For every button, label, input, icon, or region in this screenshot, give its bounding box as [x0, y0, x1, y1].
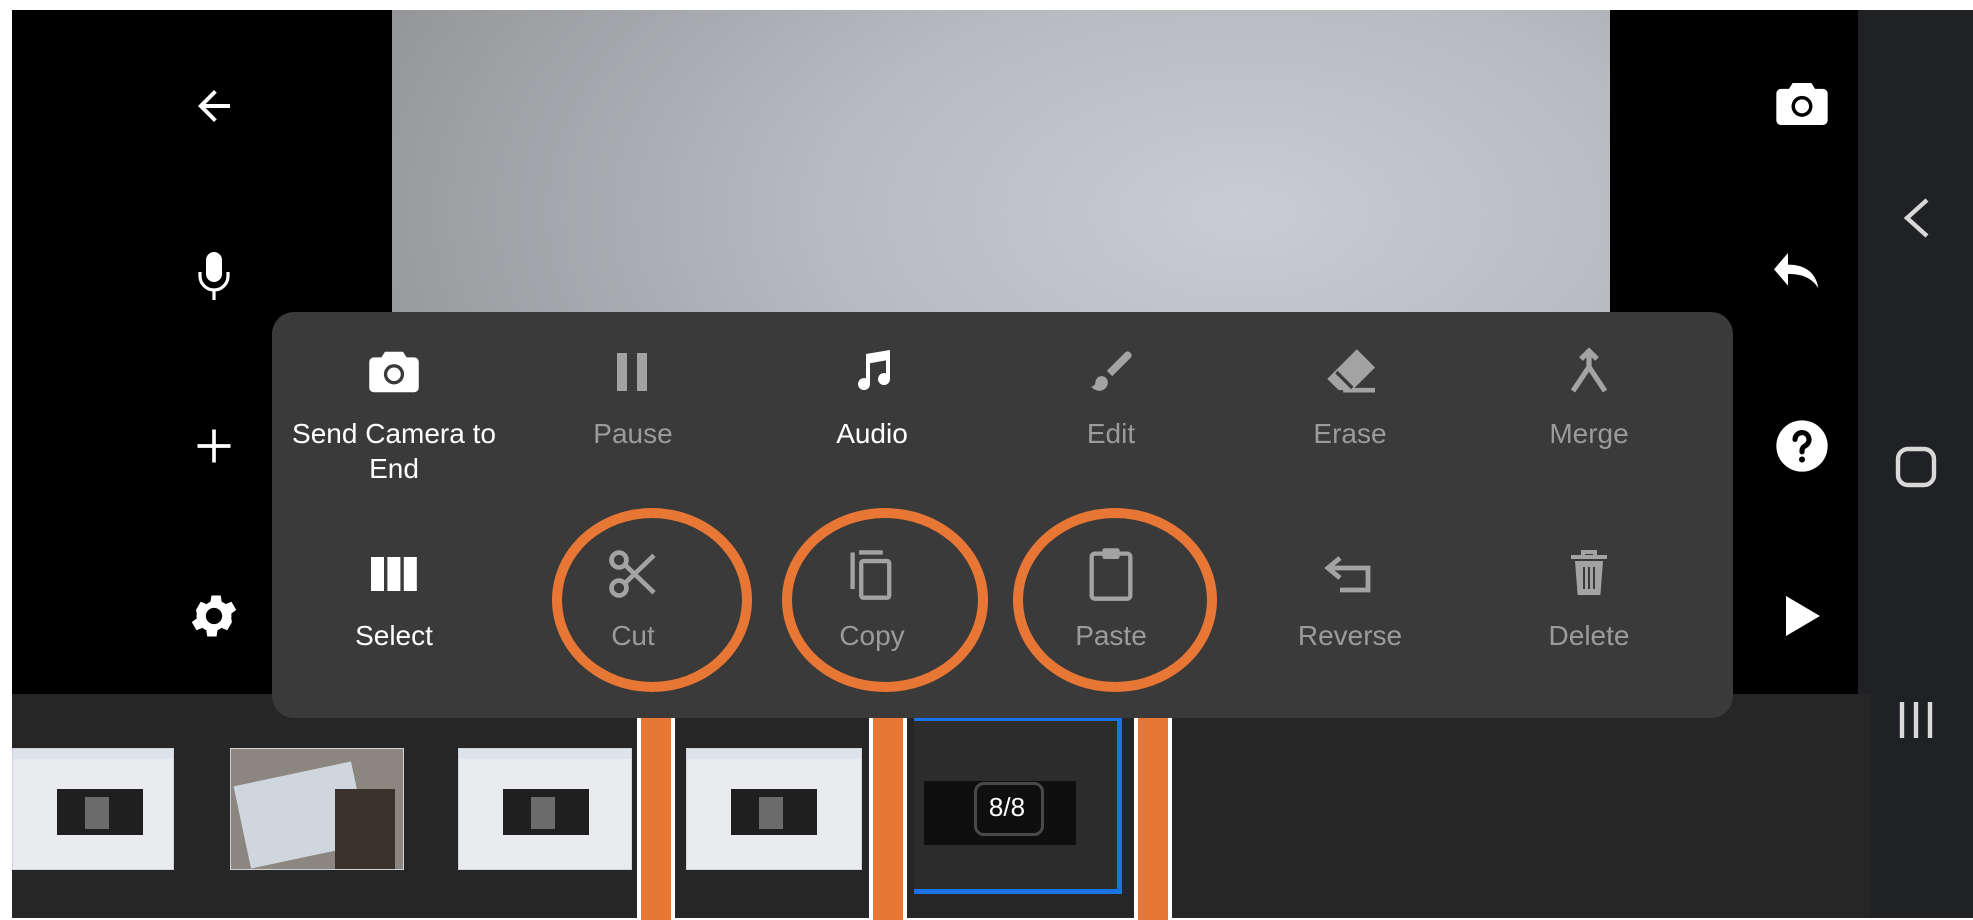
- menu-item-label: Pause: [593, 418, 673, 449]
- audio-item[interactable]: Audio: [753, 342, 991, 451]
- help-icon: [1776, 420, 1828, 472]
- brush-icon: [1091, 351, 1132, 391]
- delete-item[interactable]: Delete: [1470, 544, 1708, 653]
- home-square-icon: [1895, 446, 1936, 488]
- erase-item[interactable]: Erase: [1231, 342, 1469, 451]
- music-note-icon: [858, 350, 891, 391]
- menu-item-label: Delete: [1548, 620, 1630, 651]
- merge-icon: [1570, 347, 1608, 393]
- menu-item-label: Send Camera to End: [292, 418, 496, 484]
- send-camera-to-end-item[interactable]: Send Camera to End: [275, 342, 513, 486]
- reverse-item[interactable]: Reverse: [1231, 544, 1469, 653]
- timeline-strip[interactable]: [12, 694, 1870, 918]
- highlight-circle-paste: [1013, 508, 1217, 692]
- menu-item-label: Merge: [1549, 418, 1629, 449]
- menu-item-label: Erase: [1313, 418, 1387, 449]
- camera-icon: [1776, 83, 1828, 125]
- help-button[interactable]: [1762, 406, 1842, 486]
- insert-marker-2: [869, 710, 907, 920]
- system-recents-button[interactable]: [1858, 680, 1973, 760]
- menu-item-label: Reverse: [1297, 620, 1403, 651]
- menu-item-label: Select: [355, 620, 433, 651]
- camera-button[interactable]: [1762, 64, 1842, 144]
- clip-context-menu: Send Camera to End Pause Audio Edit Eras…: [272, 312, 1733, 718]
- select-item[interactable]: Select: [275, 544, 513, 653]
- plus-icon: [197, 429, 231, 463]
- chevron-left-icon: [1903, 198, 1928, 238]
- highlight-circle-copy: [782, 508, 988, 692]
- timeline-clip-3[interactable]: [458, 748, 632, 870]
- edit-item[interactable]: Edit: [992, 342, 1230, 451]
- menu-item-label: Audio: [836, 418, 908, 449]
- play-button[interactable]: [1762, 576, 1842, 656]
- back-arrow-icon: [198, 90, 230, 122]
- back-button[interactable]: [174, 66, 254, 146]
- recents-icon: [1899, 702, 1932, 738]
- insert-marker-1: [637, 710, 675, 920]
- merge-item[interactable]: Merge: [1470, 342, 1708, 451]
- undo-icon: [1774, 253, 1819, 288]
- reverse-icon: [1324, 556, 1371, 593]
- play-icon: [1786, 596, 1820, 636]
- gear-icon: [191, 595, 237, 637]
- timeline-clip-1[interactable]: [12, 748, 174, 870]
- system-home-button[interactable]: [1858, 427, 1973, 507]
- microphone-icon: [198, 252, 230, 300]
- pause-icon: [617, 353, 647, 391]
- frame-counter: 8/8: [964, 782, 1050, 836]
- undo-button[interactable]: [1762, 234, 1842, 314]
- trash-icon: [1571, 550, 1607, 595]
- insert-marker-3: [1134, 710, 1172, 920]
- camera-icon: [369, 351, 419, 393]
- microphone-button[interactable]: [174, 236, 254, 316]
- pause-item[interactable]: Pause: [514, 342, 752, 451]
- system-navigation-bar: [1858, 10, 1973, 918]
- highlight-circle-cut: [552, 508, 752, 692]
- system-back-button[interactable]: [1858, 178, 1973, 258]
- timeline-clip-4[interactable]: [686, 748, 862, 870]
- add-button[interactable]: [174, 406, 254, 486]
- settings-button[interactable]: [174, 576, 254, 656]
- columns-icon: [371, 557, 417, 591]
- menu-item-label: Edit: [1086, 418, 1136, 449]
- timeline-clip-2[interactable]: [230, 748, 404, 870]
- eraser-icon: [1327, 349, 1375, 393]
